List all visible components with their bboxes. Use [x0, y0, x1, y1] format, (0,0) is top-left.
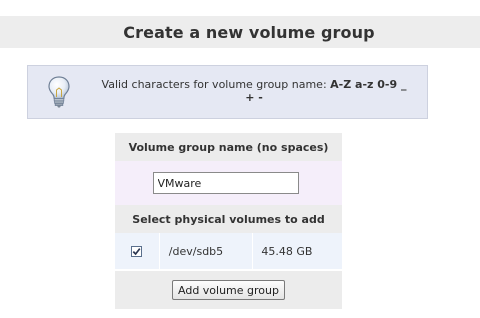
pv-checkbox[interactable]	[131, 245, 143, 257]
title-bar: Create a new volume group	[0, 16, 480, 48]
info-box: Valid characters for volume group name: …	[27, 65, 428, 119]
pv-device: /dev/sdb5	[160, 233, 254, 269]
volume-group-name-input[interactable]	[152, 172, 299, 194]
info-valid-chars-extra: + -	[245, 91, 263, 104]
pv-check-cell	[115, 233, 160, 269]
lightbulb-icon	[47, 75, 71, 109]
submit-row: Add volume group	[115, 271, 342, 309]
checkmark-icon	[133, 247, 141, 255]
name-row	[115, 161, 342, 205]
pv-header: Select physical volumes to add	[115, 205, 342, 233]
name-header: Volume group name (no spaces)	[115, 133, 342, 161]
volume-group-form: Volume group name (no spaces) Select phy…	[115, 133, 342, 309]
page-title: Create a new volume group	[123, 22, 375, 42]
info-message: Valid characters for volume group name: …	[84, 78, 424, 104]
pv-row: /dev/sdb5 45.48 GB	[115, 233, 342, 269]
info-valid-chars: A-Z a-z 0-9 _	[330, 78, 407, 91]
info-text-prefix: Valid characters for volume group name:	[101, 78, 331, 91]
add-volume-group-button[interactable]: Add volume group	[172, 280, 285, 300]
pv-size: 45.48 GB	[261, 244, 313, 258]
